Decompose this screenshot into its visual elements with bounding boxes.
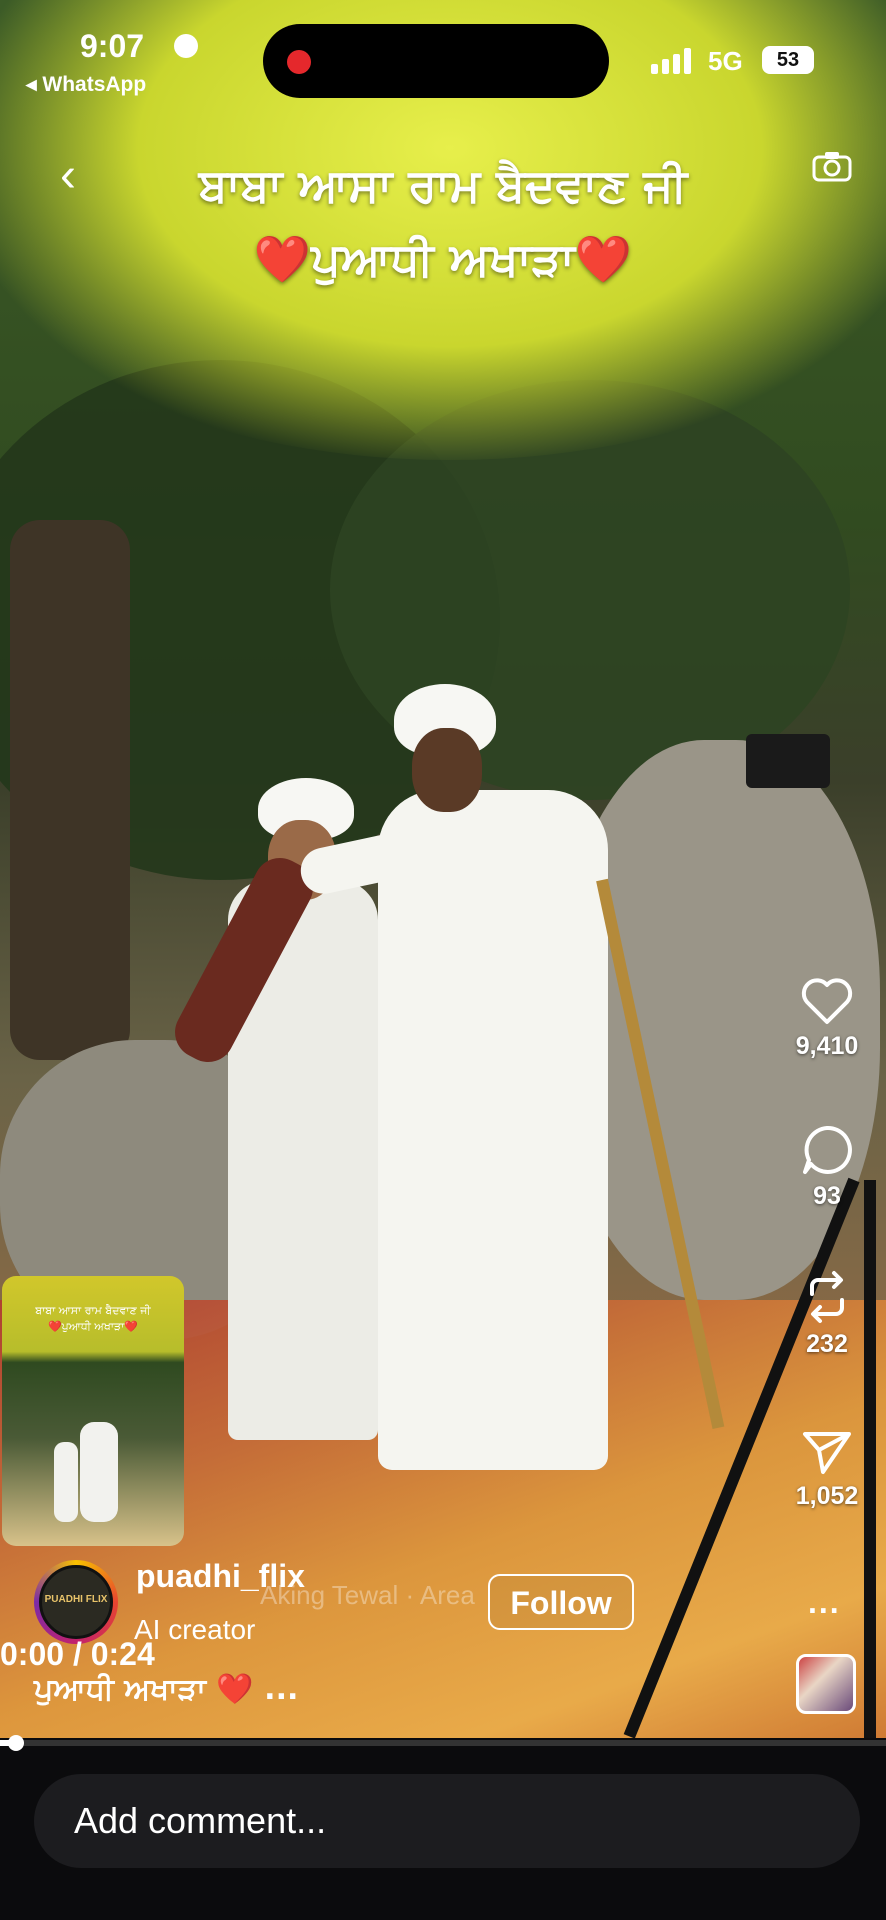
reel-title-line2: ❤️ਪੁਆਧੀ ਅਖਾੜਾ❤️ bbox=[253, 232, 633, 286]
singer-face bbox=[412, 728, 482, 812]
video-timecode: 0:00 / 0:24 bbox=[0, 1636, 155, 1672]
camera bbox=[746, 734, 830, 788]
comment-button[interactable]: 93 bbox=[782, 1124, 872, 1211]
video-progress-track[interactable] bbox=[0, 1740, 886, 1746]
creator-avatar[interactable]: PUADHI FLIX bbox=[34, 1560, 118, 1644]
repost-icon bbox=[810, 1271, 844, 1323]
pip-title-line2: ❤️ਪੁਆਧੀ ਅਖਾੜਾ❤️ bbox=[47, 1320, 139, 1333]
audio-track-thumbnail[interactable] bbox=[796, 1654, 856, 1714]
like-count: 9,410 bbox=[795, 1032, 859, 1060]
share-count: 1,052 bbox=[795, 1482, 859, 1510]
camera-icon[interactable] bbox=[812, 150, 852, 182]
status-emoji-icon bbox=[174, 34, 198, 58]
recording-indicator-icon bbox=[287, 50, 311, 74]
tree-trunk bbox=[10, 520, 130, 1060]
pip-musician-figure bbox=[54, 1442, 78, 1522]
singer-figure bbox=[378, 790, 608, 1470]
avatar-logo-text: PUADHI FLIX bbox=[44, 1594, 108, 1605]
share-button[interactable]: 1,052 bbox=[782, 1428, 872, 1511]
network-type: 5G bbox=[708, 46, 743, 76]
repost-count: 232 bbox=[806, 1330, 848, 1358]
more-options-icon[interactable]: ... bbox=[808, 1584, 841, 1621]
reel-caption[interactable]: ਪੁਆਧੀ ਅਖਾੜਾ ❤️ ... bbox=[34, 1672, 298, 1707]
like-button[interactable]: 9,410 bbox=[782, 976, 872, 1061]
follow-button[interactable]: Follow bbox=[488, 1574, 634, 1630]
pip-title-line1: ਬਾਬਾ ਆਸਾ ਰਾਮ ਬੈਦਵਾਣ ਜੀ bbox=[35, 1304, 151, 1317]
pip-singer-figure bbox=[80, 1422, 118, 1522]
dynamic-island bbox=[263, 24, 609, 98]
comment-bubble-icon bbox=[803, 1125, 852, 1174]
pip-preview[interactable]: ਬਾਬਾ ਆਸਾ ਰਾਮ ਬੈਦਵਾਣ ਜੀ ❤️ਪੁਆਧੀ ਅਖਾੜਾ❤️ bbox=[2, 1276, 184, 1546]
comment-count: 93 bbox=[813, 1182, 841, 1210]
send-icon bbox=[803, 1432, 851, 1474]
status-time: 9:07 bbox=[80, 28, 145, 64]
repost-button[interactable]: 232 bbox=[782, 1270, 872, 1359]
battery-icon: 53 bbox=[762, 46, 814, 74]
add-comment-input[interactable]: Add comment... bbox=[34, 1774, 860, 1868]
heart-icon bbox=[801, 978, 853, 1024]
reel-title-line1: ਬਾਬਾ ਆਸਾ ਰਾਮ ਬੈਦਵਾਣ ਜੀ bbox=[198, 158, 688, 212]
video-progress-knob[interactable] bbox=[8, 1735, 24, 1751]
creator-username[interactable]: puadhi_flix bbox=[136, 1558, 305, 1595]
back-to-whatsapp-link[interactable]: ◂ WhatsApp bbox=[26, 72, 146, 97]
